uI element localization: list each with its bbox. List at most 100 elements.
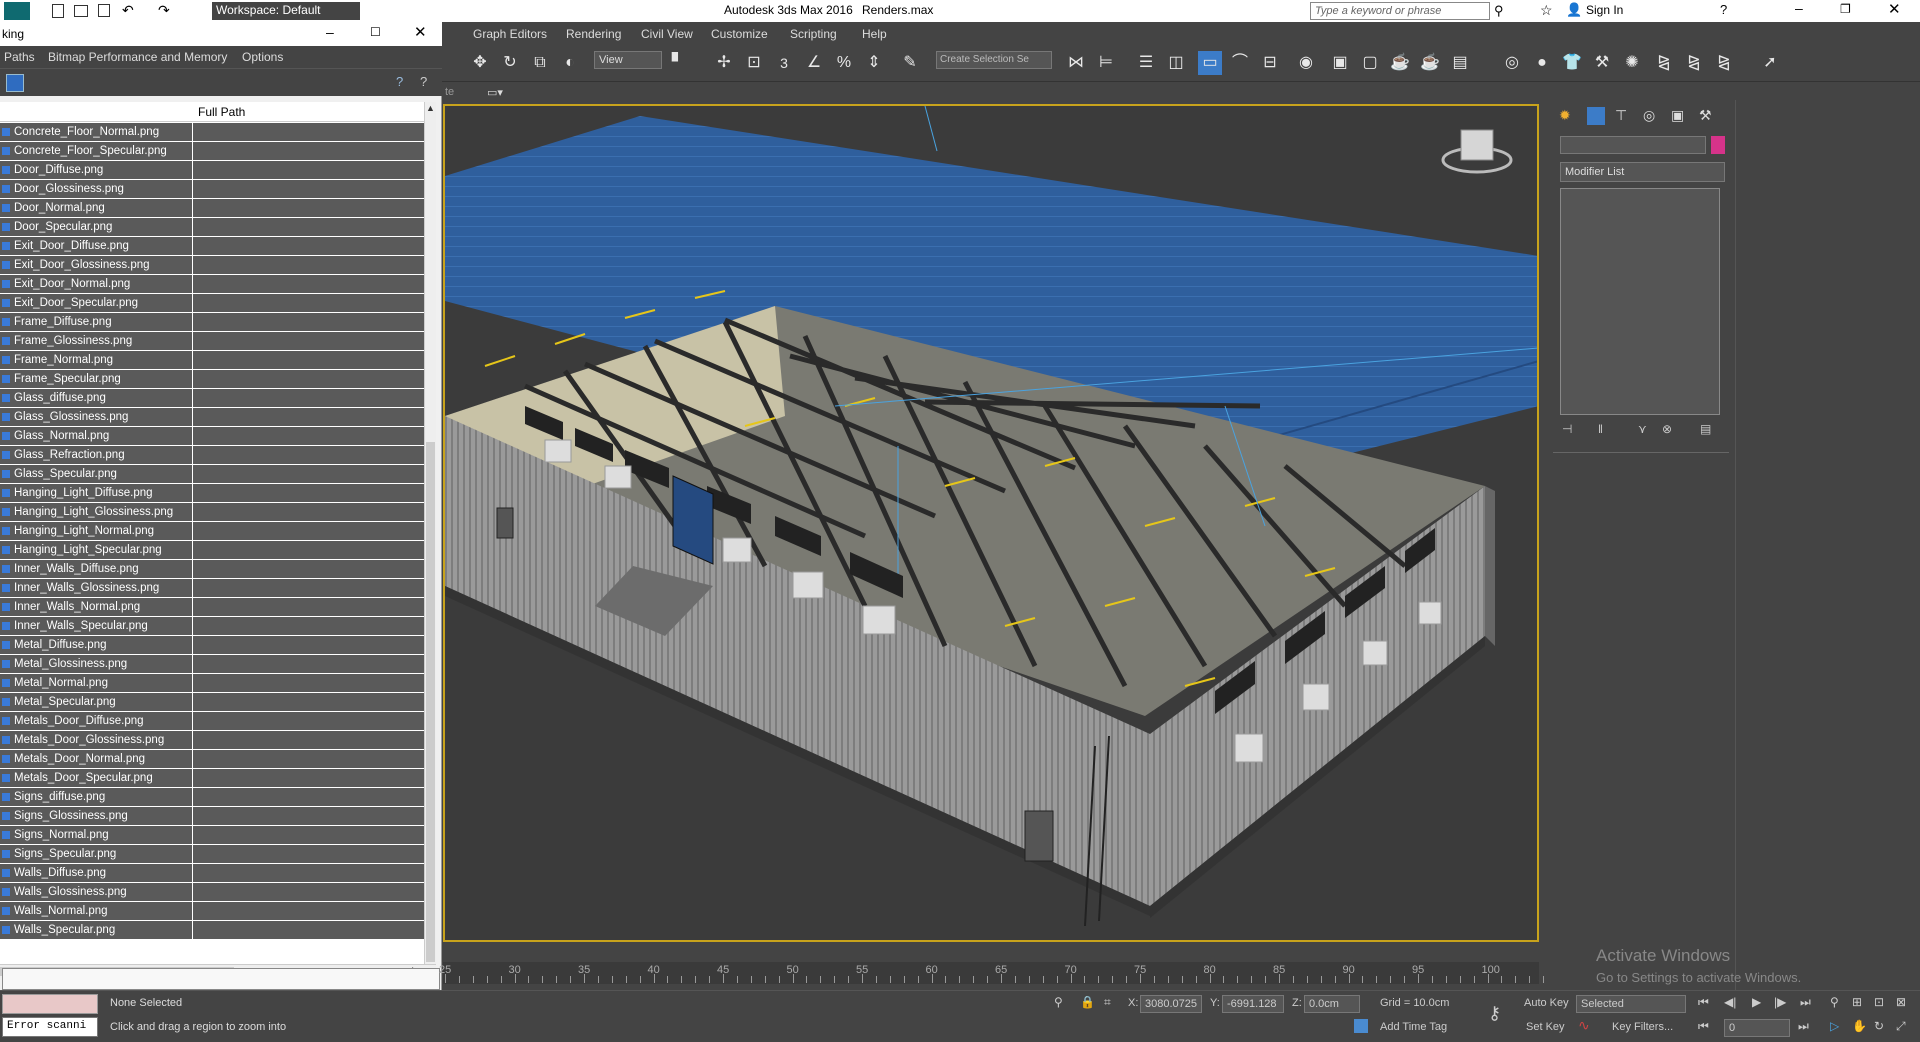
absolute-mode-icon[interactable]: ⌗ — [1104, 995, 1111, 1010]
table-row[interactable]: Hanging_Light_Diffuse.png — [0, 484, 424, 503]
table-row[interactable]: Metals_Door_Glossiness.png — [0, 731, 424, 750]
track-bar[interactable]: 25 30 35 40 45 50 55 60 65 70 75 80 85 90 95 100 — [439, 962, 1545, 984]
isolate-icon[interactable]: ⚲ — [1054, 995, 1063, 1009]
modifier-stack[interactable] — [1560, 188, 1720, 415]
binoculars-icon[interactable]: ⚲ — [1494, 3, 1504, 19]
render-icon[interactable]: ▤ — [1448, 51, 1472, 75]
zoom-extents-all-icon[interactable]: ⊠ — [1896, 995, 1906, 1009]
new-file-icon[interactable] — [52, 4, 64, 18]
table-row[interactable]: Signs_diffuse.png — [0, 788, 424, 807]
table-row[interactable]: Door_Specular.png — [0, 218, 424, 237]
table-row[interactable]: Metal_Diffuse.png — [0, 636, 424, 655]
layer-explorer-icon[interactable]: ☰ — [1134, 51, 1158, 75]
table-row[interactable]: Glass_Refraction.png — [0, 446, 424, 465]
lock-selection-icon[interactable]: 🔒 — [1080, 995, 1095, 1009]
modify-tab-icon[interactable] — [1587, 107, 1605, 125]
arrow-cursor-icon[interactable]: ➚ — [1758, 51, 1782, 75]
menu-help[interactable]: Help — [862, 27, 887, 41]
table-row[interactable]: Hanging_Light_Glossiness.png — [0, 503, 424, 522]
render-iterative-icon[interactable]: ☕ — [1418, 51, 1442, 75]
y-coordinate-field[interactable]: -6991.128 — [1222, 995, 1284, 1013]
table-row[interactable]: Metals_Door_Specular.png — [0, 769, 424, 788]
rendered-frame-icon[interactable]: ▢ — [1358, 51, 1382, 75]
select-move-icon[interactable]: ✥ — [468, 51, 492, 75]
perspective-viewport[interactable] — [443, 104, 1539, 942]
auto-key-button[interactable]: Auto Key — [1524, 997, 1569, 1009]
time-config-icon[interactable]: ⏭ — [1798, 1019, 1809, 1034]
table-row[interactable]: Frame_Normal.png — [0, 351, 424, 370]
mirror-anim-icon[interactable]: ⧎ — [1652, 51, 1676, 75]
remove-modifier-icon[interactable]: ⊗ — [1662, 422, 1672, 436]
table-row[interactable]: Glass_diffuse.png — [0, 389, 424, 408]
select-manipulate-icon[interactable]: ✢ — [712, 51, 736, 75]
edit-named-sel-icon[interactable]: ✎ — [898, 51, 922, 75]
play-icon[interactable]: ▶ — [1752, 995, 1761, 1009]
column-full-path[interactable]: Full Path — [198, 105, 245, 119]
percent-snap-icon[interactable]: % — [832, 51, 856, 75]
close-icon[interactable]: ✕ — [1888, 0, 1901, 18]
table-row[interactable]: Exit_Door_Normal.png — [0, 275, 424, 294]
table-row[interactable]: Walls_Glossiness.png — [0, 883, 424, 902]
viewport-menu-icon[interactable]: ▭▾ — [487, 86, 503, 99]
dialog-menu-bitmap[interactable]: Bitmap Performance and Memory — [48, 50, 227, 64]
pivot-center-icon[interactable]: ▘ — [666, 51, 690, 75]
open-file-icon[interactable] — [74, 5, 88, 17]
viewport-label[interactable]: te — [445, 86, 454, 98]
previous-frame-icon[interactable]: ◀| — [1724, 995, 1736, 1009]
table-row[interactable]: Exit_Door_Glossiness.png — [0, 256, 424, 275]
dialog-path-field[interactable] — [2, 968, 440, 990]
user-icon[interactable]: 👤 — [1566, 2, 1582, 18]
redo-icon[interactable]: ↷ — [158, 2, 170, 19]
dialog-close-icon[interactable]: ✕ — [414, 23, 427, 41]
schematic-view-icon[interactable]: ⊟ — [1258, 51, 1282, 75]
table-row[interactable]: Inner_Walls_Normal.png — [0, 598, 424, 617]
undo-icon[interactable]: ↶ — [122, 2, 134, 19]
pin-stack-icon[interactable]: ⊣ — [1562, 422, 1572, 436]
make-unique-icon[interactable]: ⋎ — [1638, 422, 1647, 436]
save-file-icon[interactable] — [98, 4, 110, 17]
particle-icon[interactable]: ✺ — [1620, 51, 1644, 75]
table-row[interactable]: Metal_Glossiness.png — [0, 655, 424, 674]
dialog-help-icon[interactable]: ? — [396, 74, 403, 89]
configure-sets-icon[interactable]: ▤ — [1700, 422, 1711, 436]
dialog-minimize-icon[interactable]: – — [326, 24, 334, 40]
table-row[interactable]: Hanging_Light_Specular.png — [0, 541, 424, 560]
align-icon[interactable]: ⊨ — [1094, 51, 1118, 75]
table-row[interactable]: Frame_Specular.png — [0, 370, 424, 389]
dialog-menu-options[interactable]: Options — [242, 50, 283, 64]
current-frame-field[interactable]: 0 — [1724, 1019, 1790, 1037]
go-to-start-icon[interactable]: ⏮ — [1698, 995, 1709, 1010]
utilities-tab-icon[interactable]: ⚒ — [1699, 107, 1712, 124]
modifier-list-dropdown[interactable]: Modifier List — [1560, 162, 1725, 182]
time-tag-icon[interactable] — [1354, 1019, 1368, 1033]
set-key-button[interactable]: Set Key — [1526, 1021, 1565, 1033]
object-name-field[interactable] — [1560, 136, 1706, 154]
scroll-thumb[interactable] — [426, 442, 435, 962]
object-color-swatch[interactable] — [1711, 136, 1725, 154]
zoom-icon[interactable]: ⚲ — [1830, 995, 1839, 1009]
pan-icon[interactable]: ✋ — [1852, 1019, 1867, 1033]
material-editor-icon[interactable]: ◉ — [1294, 51, 1318, 75]
table-row[interactable]: Glass_Normal.png — [0, 427, 424, 446]
render-setup-icon[interactable]: ▣ — [1328, 51, 1352, 75]
key-set-dropdown[interactable]: Selected — [1576, 995, 1686, 1013]
layers-icon[interactable]: ◫ — [1164, 51, 1188, 75]
named-selection-dropdown[interactable]: Create Selection Se — [936, 51, 1052, 69]
key-mode-icon[interactable]: ∿ — [1578, 1017, 1590, 1034]
table-row[interactable]: Inner_Walls_Diffuse.png — [0, 560, 424, 579]
keyboard-shortcut-icon[interactable]: ⊡ — [742, 51, 766, 75]
scroll-up-icon[interactable]: ▲ — [426, 103, 435, 113]
table-row[interactable]: Concrete_Floor_Normal.png — [0, 123, 424, 142]
add-time-tag[interactable]: Add Time Tag — [1380, 1021, 1447, 1033]
table-row[interactable]: Door_Glossiness.png — [0, 180, 424, 199]
restore-icon[interactable]: ❐ — [1840, 2, 1851, 16]
table-row[interactable]: Metals_Door_Diffuse.png — [0, 712, 424, 731]
snaps-toggle-icon[interactable]: 3 — [772, 51, 796, 75]
menu-scripting[interactable]: Scripting — [790, 27, 837, 41]
app-logo-icon[interactable] — [4, 2, 30, 20]
field-of-view-icon[interactable]: ▷ — [1830, 1019, 1839, 1033]
maxscript-listener[interactable] — [2, 994, 98, 1014]
menu-graph-editors[interactable]: Graph Editors — [473, 27, 547, 41]
key-mode-toggle-icon[interactable]: ⏮ — [1698, 1019, 1709, 1034]
table-row[interactable]: Metal_Normal.png — [0, 674, 424, 693]
